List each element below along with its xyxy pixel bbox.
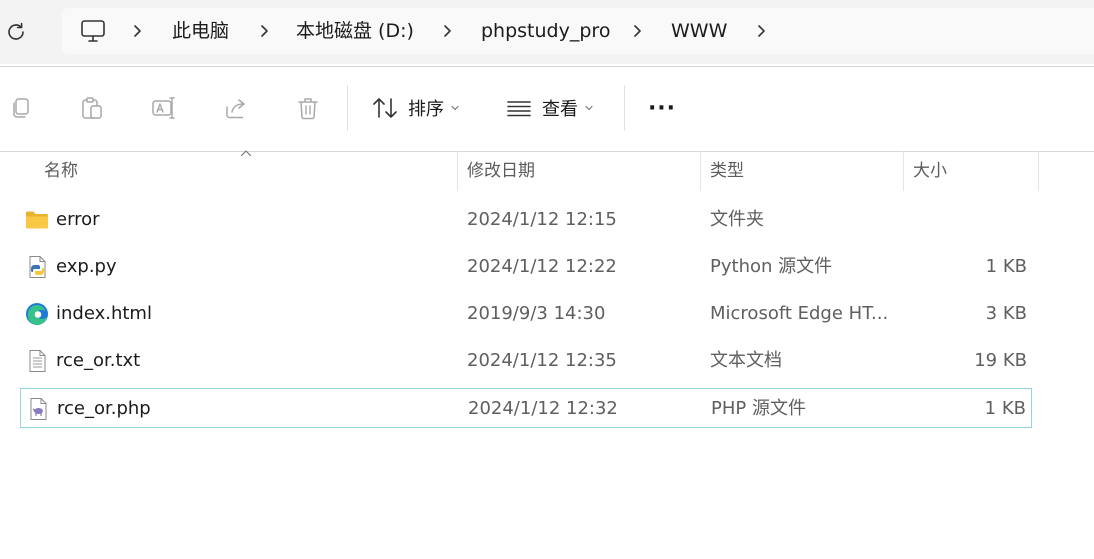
file-name: index.html: [56, 303, 152, 324]
column-header-date[interactable]: 修改日期: [467, 151, 535, 191]
view-label: 查看: [542, 99, 578, 120]
chevron-right-icon[interactable]: [630, 23, 646, 39]
file-name: error: [56, 209, 100, 230]
column-divider[interactable]: [1038, 151, 1039, 191]
breadcrumb-item-local-disk[interactable]: 本地磁盘 (D:): [296, 8, 414, 54]
file-size: 19 KB: [974, 350, 1027, 371]
file-row-exp-py[interactable]: exp.py 2024/1/12 12:22 Python 源文件 1 KB: [20, 247, 1032, 287]
column-header-name[interactable]: 名称: [44, 151, 78, 191]
sort-icon: [373, 98, 397, 118]
file-type: Microsoft Edge HT...: [710, 303, 889, 324]
sort-ascending-icon: [240, 150, 252, 157]
file-date: 2024/1/12 12:32: [468, 398, 618, 419]
copy-icon[interactable]: [8, 95, 34, 121]
command-bar: 排序 查看 ···: [0, 66, 1094, 152]
file-type: Python 源文件: [710, 256, 833, 277]
column-divider[interactable]: [903, 151, 904, 191]
file-date: 2019/9/3 14:30: [467, 303, 606, 324]
monitor-icon[interactable]: [80, 19, 106, 43]
refresh-icon[interactable]: [4, 20, 28, 44]
file-date: 2024/1/12 12:15: [467, 209, 617, 230]
file-size: 3 KB: [985, 303, 1027, 324]
folder-icon: [26, 211, 48, 229]
sort-button[interactable]: 排序: [372, 93, 460, 123]
file-size: 1 KB: [984, 398, 1026, 419]
more-options-button[interactable]: ···: [640, 93, 684, 123]
column-header-type[interactable]: 类型: [710, 151, 744, 191]
file-row-rce-or-php[interactable]: rce_or.php 2024/1/12 12:32 PHP 源文件 1 KB: [20, 388, 1032, 428]
breadcrumb-item-www[interactable]: WWW: [671, 8, 727, 54]
text-file-icon: [29, 350, 46, 372]
file-name: exp.py: [56, 256, 117, 277]
file-name: rce_or.txt: [56, 350, 141, 371]
sort-label: 排序: [408, 99, 444, 120]
column-divider[interactable]: [457, 151, 458, 191]
more-icon: ···: [647, 95, 677, 121]
view-icon: [507, 101, 531, 117]
file-size: 1 KB: [985, 256, 1027, 277]
toolbar-separator: [347, 85, 348, 131]
chevron-right-icon[interactable]: [130, 23, 146, 39]
file-type: PHP 源文件: [711, 398, 806, 419]
php-file-icon: [30, 398, 47, 420]
edge-html-icon: [26, 303, 48, 325]
breadcrumb[interactable]: 此电脑 本地磁盘 (D:) phpstudy_pro WWW: [62, 8, 1094, 54]
file-date: 2024/1/12 12:35: [467, 350, 617, 371]
breadcrumb-item-this-pc[interactable]: 此电脑: [172, 8, 229, 54]
file-row-error[interactable]: error 2024/1/12 12:15 文件夹: [20, 200, 1032, 240]
address-bar-row: 此电脑 本地磁盘 (D:) phpstudy_pro WWW: [0, 0, 1094, 64]
chevron-right-icon[interactable]: [257, 23, 273, 39]
chevron-down-icon: [585, 105, 593, 111]
chevron-right-icon[interactable]: [754, 23, 770, 39]
file-type: 文件夹: [710, 209, 764, 230]
column-header-size[interactable]: 大小: [913, 151, 947, 191]
file-date: 2024/1/12 12:22: [467, 256, 617, 277]
chevron-down-icon: [451, 105, 459, 111]
chevron-right-icon[interactable]: [440, 23, 456, 39]
toolbar-separator: [624, 85, 625, 131]
breadcrumb-item-phpstudy-pro[interactable]: phpstudy_pro: [481, 8, 610, 54]
file-row-index-html[interactable]: index.html 2019/9/3 14:30 Microsoft Edge…: [20, 294, 1032, 334]
rename-icon[interactable]: [151, 95, 177, 121]
view-button[interactable]: 查看: [506, 93, 594, 123]
delete-icon[interactable]: [295, 95, 321, 121]
share-icon[interactable]: [223, 95, 249, 121]
file-type: 文本文档: [710, 350, 782, 371]
python-file-icon: [29, 256, 46, 278]
file-name: rce_or.php: [57, 398, 151, 419]
column-header-row: 名称 修改日期 类型 大小: [0, 150, 1094, 191]
column-divider[interactable]: [700, 151, 701, 191]
file-row-rce-or-txt[interactable]: rce_or.txt 2024/1/12 12:35 文本文档 19 KB: [20, 341, 1032, 381]
paste-icon[interactable]: [79, 95, 105, 121]
